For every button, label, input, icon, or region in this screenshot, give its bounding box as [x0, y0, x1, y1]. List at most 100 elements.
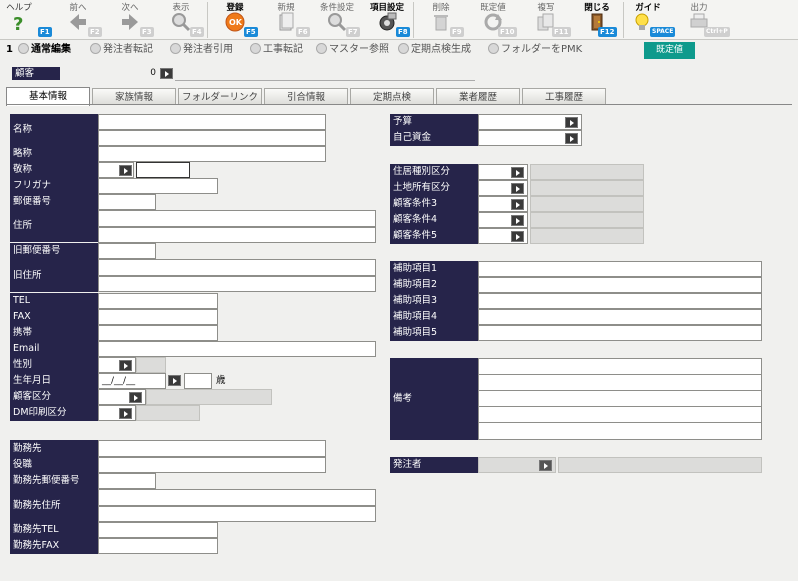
toolbar-separator [623, 2, 624, 38]
master-ref-label: マスター参照 [329, 44, 389, 55]
next-button[interactable]: 次へ F3 [104, 0, 156, 40]
work-address-field-2[interactable] [98, 506, 376, 522]
orderer-transfer-button[interactable]: 発注者転記 [90, 42, 153, 58]
cond4-value [530, 212, 644, 228]
furigana-field[interactable] [98, 178, 218, 194]
birthdate-calendar-button[interactable] [168, 375, 181, 386]
budget-field[interactable] [478, 114, 582, 130]
orderer-select-button[interactable] [539, 460, 552, 471]
position-label: 役職 [10, 457, 98, 473]
normal-edit-button[interactable]: 通常編集 [18, 42, 71, 58]
guide-button[interactable]: ガイド SPACE [626, 0, 676, 40]
cond5-value [530, 228, 644, 244]
dm-class-select-button[interactable] [119, 408, 132, 419]
prev-button[interactable]: 前へ F2 [52, 0, 104, 40]
tel-field[interactable] [98, 293, 218, 309]
zip-label: 郵便番号 [10, 194, 98, 210]
old-zip-field[interactable] [98, 243, 156, 259]
cond4-label: 顧客条件4 [390, 212, 478, 228]
tab-work-history[interactable]: 工事履歴 [522, 88, 606, 105]
zip-field[interactable] [98, 194, 156, 210]
condition-button[interactable]: 条件設定 F7 [312, 0, 362, 40]
periodic-gen-button[interactable]: 定期点検生成 [398, 42, 471, 58]
work-zip-field[interactable] [98, 473, 156, 489]
own-funds-select-button[interactable] [565, 133, 578, 144]
house-type-select-button[interactable] [511, 167, 524, 178]
tab-folder-link[interactable]: フォルダーリンク [178, 88, 262, 105]
work-fax-field[interactable] [98, 538, 218, 554]
orderer-id-field [478, 457, 556, 473]
f7-key: F7 [346, 27, 360, 37]
remarks-field-1[interactable] [478, 358, 762, 375]
remarks-field-4[interactable] [478, 406, 762, 423]
mobile-field[interactable] [98, 325, 218, 341]
name-field-2[interactable] [98, 130, 326, 146]
mobile-label: 携帯 [10, 325, 98, 341]
fax-field[interactable] [98, 309, 218, 325]
close-button[interactable]: 閉じる F12 [572, 0, 622, 40]
tab-inquiry-info[interactable]: 引合情報 [264, 88, 348, 105]
aux1-field[interactable] [478, 261, 762, 277]
customer-name-field[interactable] [175, 67, 475, 81]
aux3-field[interactable] [478, 293, 762, 309]
honorific-field[interactable] [136, 162, 190, 178]
sex-select-button[interactable] [119, 360, 132, 371]
address-field-2[interactable] [98, 227, 376, 243]
own-funds-field[interactable] [478, 130, 582, 146]
cond5-select-button[interactable] [511, 231, 524, 242]
short-name-field[interactable] [98, 146, 326, 162]
tab-family-info[interactable]: 家族情報 [92, 88, 176, 105]
birthdate-field[interactable]: __/__/__ [98, 373, 166, 389]
old-address-label: 旧住所 [10, 259, 98, 292]
output-button[interactable]: 出力 Ctrl+P [674, 0, 730, 40]
cond3-select-button[interactable] [511, 199, 524, 210]
mode-number: 1 [6, 44, 13, 55]
ctrl-p-key: Ctrl+P [704, 27, 730, 37]
condition-search-icon [328, 13, 347, 32]
items-settings-button[interactable]: 項目設定 F8 [362, 0, 412, 40]
land-owner-select-button[interactable] [511, 183, 524, 194]
old-address-field-2[interactable] [98, 276, 376, 292]
position-field[interactable] [98, 457, 326, 473]
new-button[interactable]: 新規 F6 [260, 0, 312, 40]
delete-button[interactable]: 削除 F9 [416, 0, 466, 40]
trash-icon [434, 15, 448, 31]
aux2-field[interactable] [478, 277, 762, 293]
periodic-gen-label: 定期点検生成 [411, 44, 471, 55]
budget-select-button[interactable] [565, 117, 578, 128]
aux5-field[interactable] [478, 325, 762, 341]
cite-icon [170, 43, 181, 54]
work-address-field-1[interactable] [98, 489, 376, 506]
aux4-field[interactable] [478, 309, 762, 325]
tab-periodic-inspection[interactable]: 定期点検 [350, 88, 434, 105]
name-field-1[interactable] [98, 114, 326, 130]
default-value-button[interactable]: 既定値 F10 [466, 0, 520, 40]
orderer-transfer-label: 発注者転記 [103, 44, 153, 55]
master-ref-button[interactable]: マスター参照 [316, 42, 389, 58]
register-button[interactable]: 登録 OK F5 [210, 0, 260, 40]
folder-pmk-button[interactable]: フォルダーをPMK [488, 42, 582, 58]
honorific-label: 敬称 [10, 162, 98, 178]
remarks-field-3[interactable] [478, 390, 762, 407]
remarks-field-2[interactable] [478, 374, 762, 391]
view-button[interactable]: 表示 F4 [156, 0, 206, 40]
default-value-top-button[interactable]: 既定値 [644, 42, 695, 59]
remarks-field-5[interactable] [478, 422, 762, 440]
workplace-field[interactable] [98, 440, 326, 457]
work-tel-field[interactable] [98, 522, 218, 538]
age-field [184, 373, 212, 389]
aux5-label: 補助項目5 [390, 325, 478, 341]
orderer-cite-button[interactable]: 発注者引用 [170, 42, 233, 58]
tab-contractor-history[interactable]: 業者履歴 [436, 88, 520, 105]
work-transfer-button[interactable]: 工事転記 [250, 42, 303, 58]
customer-select-button[interactable] [160, 68, 173, 79]
honorific-select-button[interactable] [119, 165, 132, 176]
cond4-select-button[interactable] [511, 215, 524, 226]
normal-edit-label: 通常編集 [31, 44, 71, 55]
email-field[interactable] [98, 341, 376, 357]
old-address-field-1[interactable] [98, 259, 376, 276]
help-button[interactable]: ヘルプ ? F1 [2, 0, 52, 40]
copy-button[interactable]: 複写 F11 [520, 0, 572, 40]
address-field-1[interactable] [98, 210, 376, 227]
customer-class-select-button[interactable] [129, 392, 142, 403]
